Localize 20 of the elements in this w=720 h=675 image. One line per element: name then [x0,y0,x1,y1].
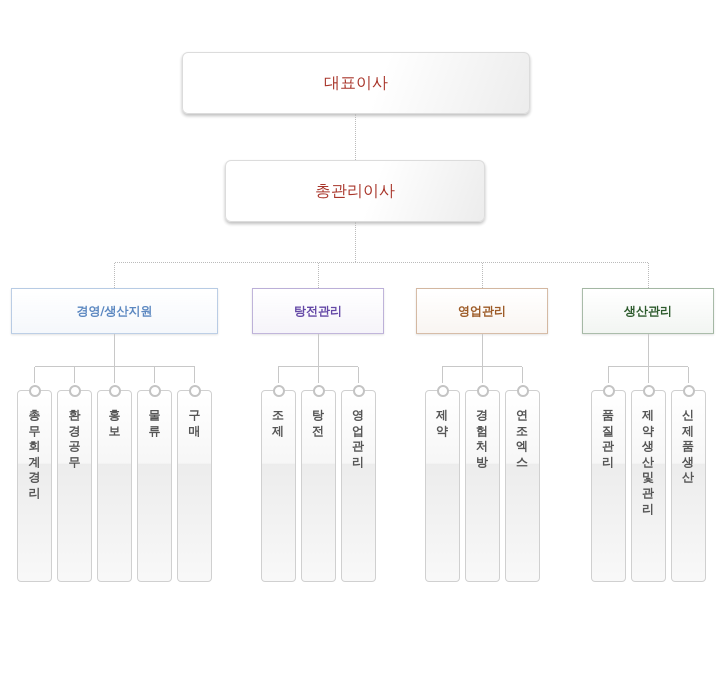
division-box: 경영/생산지원 [11,288,218,334]
team-label: 경험처방 [476,408,488,470]
director-box: 총관리이사 [225,160,485,222]
team-label: 홍보 [108,408,120,440]
team-label: 환경 공무 [68,408,80,470]
team-label: 조제 [272,408,284,440]
team-label: 품질관리 [602,408,614,470]
team-label: 탕전 [312,408,324,440]
team-label: 총무 회계 경리 [28,408,40,502]
team-label: 신제품생산 [682,408,694,486]
team-label: 구매 [188,408,200,440]
team-label: 영업관리 [352,408,364,470]
team-label: 제약생산 및 관리 [642,408,654,518]
team-label: 제약 [436,408,448,440]
ceo-box: 대표이사 [182,52,530,114]
division-box: 탕전관리 [252,288,384,334]
team-label: 연조엑스 [516,408,528,470]
team-label: 물류 [148,408,160,440]
division-box: 영업관리 [416,288,548,334]
division-box: 생산관리 [582,288,714,334]
